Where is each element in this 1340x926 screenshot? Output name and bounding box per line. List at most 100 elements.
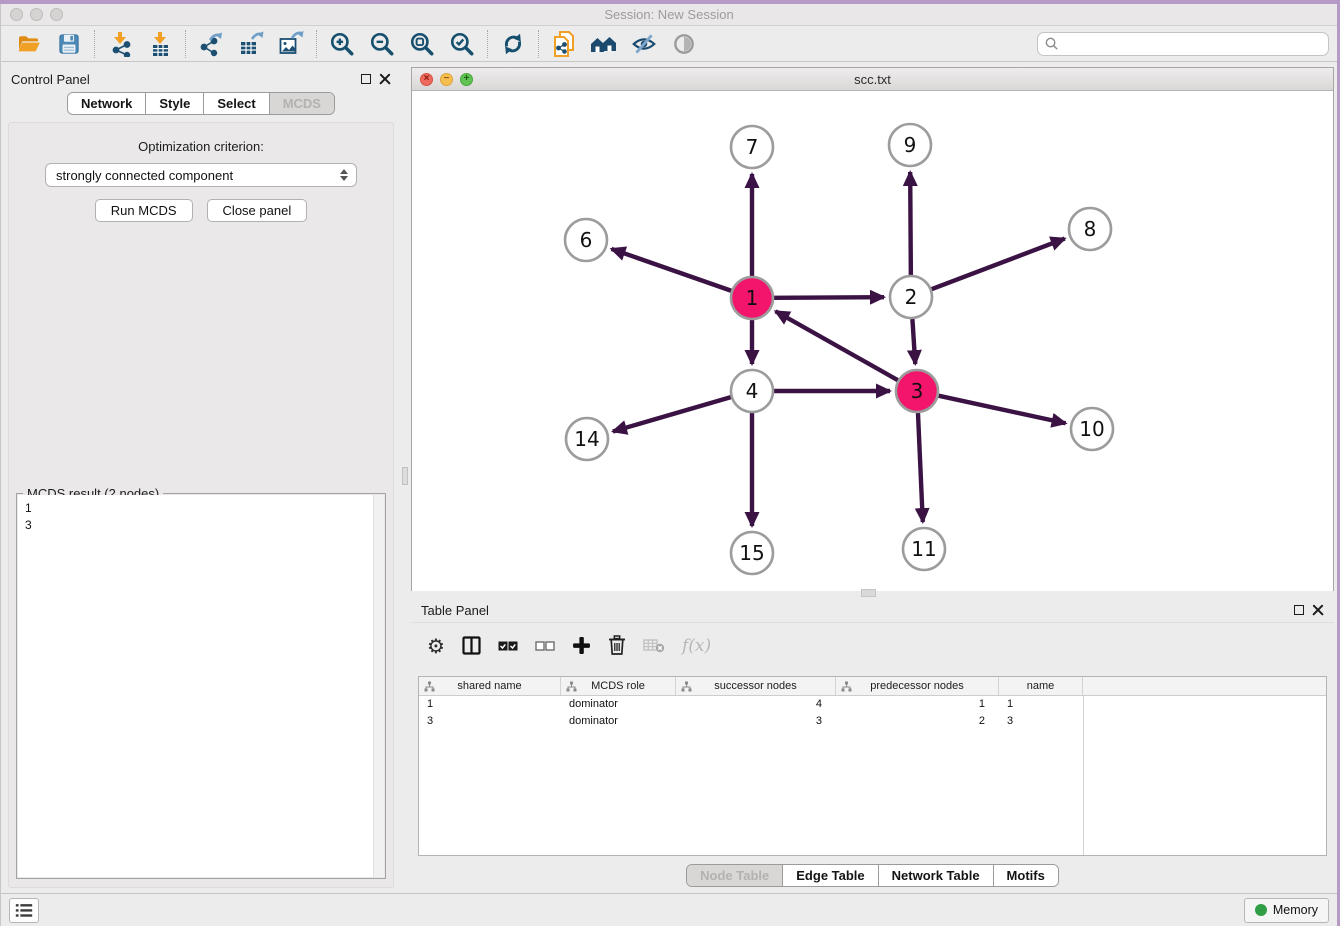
edge-3-11[interactable] [918,413,923,522]
column-header-name[interactable]: name [999,677,1083,695]
graph-node-9[interactable]: 9 [889,124,931,166]
export-image-button[interactable] [271,28,311,60]
edge-1-2[interactable] [774,297,884,298]
cell: 4 [676,696,836,713]
column-header-predecessor-nodes[interactable]: predecessor nodes [836,677,999,695]
graph-node-7[interactable]: 7 [731,126,773,168]
graph-node-11[interactable]: 11 [903,528,945,570]
graph-node-4[interactable]: 4 [731,370,773,412]
memory-status-icon [1255,904,1267,916]
eye-slash-icon [631,31,657,57]
select-all-checkboxes-icon[interactable] [498,640,518,652]
network-window-titlebar: × − + scc.txt [412,68,1333,91]
splitter-grip[interactable] [402,467,408,485]
close-panel-button[interactable]: Close panel [207,199,308,222]
zoom-out-button[interactable] [362,28,402,60]
tab-select[interactable]: Select [204,93,269,114]
table-row[interactable]: 1dominator411 [419,696,1326,713]
graph-node-2[interactable]: 2 [890,276,932,318]
minimize-network-icon[interactable]: − [440,73,453,86]
search-icon [1044,36,1059,51]
tab-network-table[interactable]: Network Table [879,865,994,886]
column-header-shared-name[interactable]: shared name [419,677,561,695]
graph-node-1[interactable]: 1 [731,277,773,319]
svg-text:10: 10 [1079,417,1104,441]
houses-icon [590,32,618,56]
edge-2-8[interactable] [932,239,1065,290]
column-header-MCDS-role[interactable]: MCDS role [561,677,676,695]
memory-button[interactable]: Memory [1244,898,1329,923]
result-scrollbar[interactable] [373,495,384,877]
open-file-button[interactable] [9,28,49,60]
column-layout-icon[interactable] [462,636,481,655]
edge-3-10[interactable] [938,396,1065,424]
zoom-selected-button[interactable] [442,28,482,60]
horizontal-splitter-grip[interactable] [861,589,876,597]
export-table-button[interactable] [231,28,271,60]
delete-table-icon[interactable] [643,637,665,654]
delete-column-icon[interactable] [608,635,626,656]
network-graph[interactable]: 7 9 6 8 1 2 4 3 14 10 15 11 [412,91,1333,591]
tab-motifs[interactable]: Motifs [994,865,1058,886]
table-header-row: shared nameMCDS rolesuccessor nodesprede… [419,677,1326,696]
import-table-button[interactable] [140,28,180,60]
close-panel-icon[interactable] [379,73,391,85]
export-network-button[interactable] [191,28,231,60]
cell: 3 [676,713,836,730]
show-graphics-details-button[interactable] [664,28,704,60]
search-input[interactable] [1059,37,1322,51]
unselect-all-checkboxes-icon[interactable] [535,640,555,652]
zoom-fit-button[interactable] [402,28,442,60]
graph-node-15[interactable]: 15 [731,532,773,574]
save-session-button[interactable] [49,28,89,60]
graph-node-14[interactable]: 14 [566,418,608,460]
panel-splitter[interactable] [401,63,409,894]
tab-edge-table[interactable]: Edge Table [783,865,878,886]
search-box[interactable] [1037,32,1329,56]
close-table-panel-icon[interactable] [1312,604,1324,616]
node-table[interactable]: shared nameMCDS rolesuccessor nodesprede… [418,676,1327,856]
tab-style[interactable]: Style [146,93,204,114]
task-history-button[interactable] [9,898,39,923]
duplicate-network-button[interactable] [544,28,584,60]
table-settings-icon[interactable]: ⚙ [427,636,445,656]
export-table-icon [238,31,264,57]
zoom-in-button[interactable] [322,28,362,60]
tab-network[interactable]: Network [68,93,146,114]
network-canvas[interactable]: 7 9 6 8 1 2 4 3 14 10 15 11 [412,91,1333,591]
maximize-network-icon[interactable]: + [460,73,473,86]
graph-node-8[interactable]: 8 [1069,208,1111,250]
function-builder-icon[interactable]: f(x) [682,636,711,656]
svg-text:9: 9 [904,133,917,157]
table-row[interactable]: 3dominator323 [419,713,1326,730]
application-window: Session: New Session [0,4,1337,926]
hide-graphics-details-button[interactable] [624,28,664,60]
run-mcds-button[interactable]: Run MCDS [95,199,193,222]
float-panel-icon[interactable] [361,74,371,84]
network-overview-button[interactable] [584,28,624,60]
close-network-icon[interactable]: × [420,73,433,86]
graph-node-3[interactable]: 3 [896,370,938,412]
criterion-select[interactable]: strongly connected component [45,163,357,187]
network-window-title: scc.txt [412,72,1333,87]
svg-text:8: 8 [1084,217,1097,241]
refresh-layout-button[interactable] [493,28,533,60]
cell: 1 [419,696,561,713]
add-column-icon[interactable] [572,636,591,655]
edge-4-14[interactable] [613,397,731,431]
import-network-button[interactable] [100,28,140,60]
svg-text:3: 3 [911,379,924,403]
graph-node-6[interactable]: 6 [565,219,607,261]
edge-3-1[interactable] [776,311,898,380]
tab-mcds[interactable]: MCDS [270,93,334,114]
criterion-value: strongly connected component [56,168,233,183]
edge-1-6[interactable] [611,249,731,291]
edge-2-3[interactable] [912,319,915,364]
edge-2-9[interactable] [910,172,911,275]
column-header-successor-nodes[interactable]: successor nodes [676,677,836,695]
mcds-result-list[interactable]: 1 3 [18,495,384,539]
float-table-panel-icon[interactable] [1294,605,1304,615]
cell: 3 [419,713,561,730]
graph-node-10[interactable]: 10 [1071,408,1113,450]
tab-node-table[interactable]: Node Table [687,865,783,886]
